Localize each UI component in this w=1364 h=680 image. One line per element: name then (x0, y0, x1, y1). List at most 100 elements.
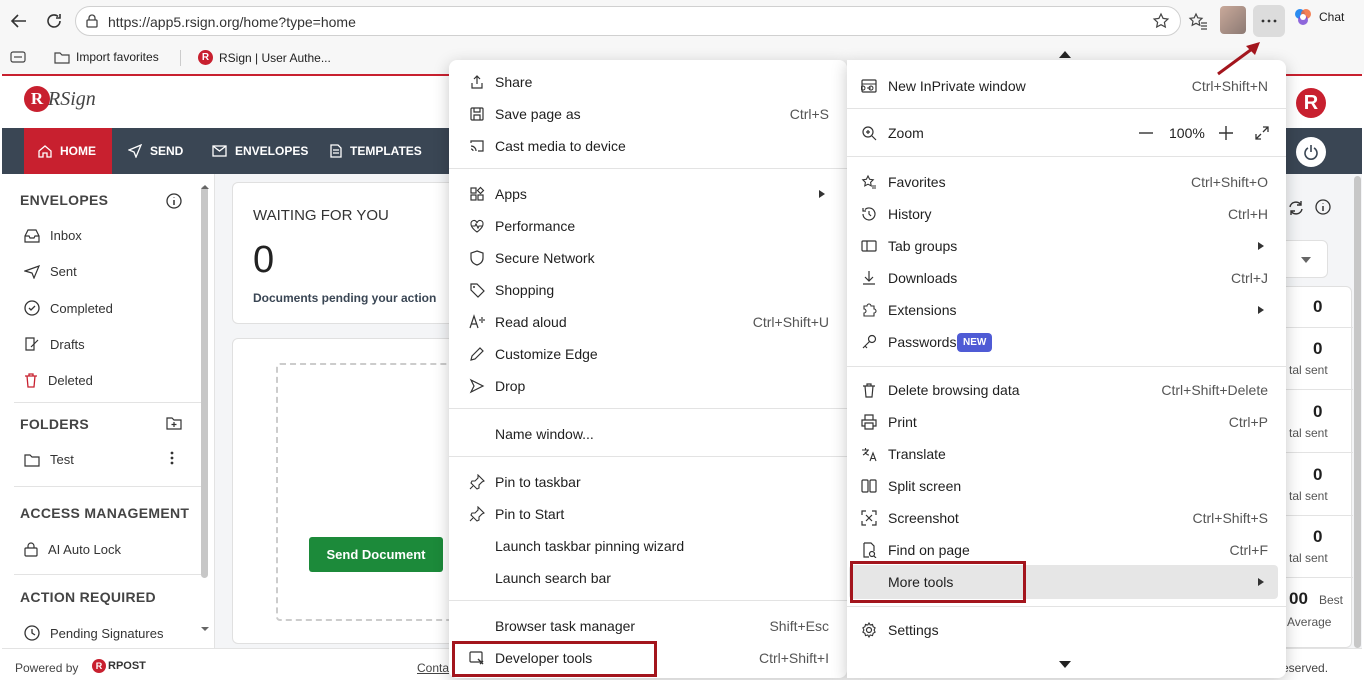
menu-separator (449, 168, 847, 169)
pen-icon (470, 347, 484, 361)
sidebar-item-pending-signatures[interactable]: Pending Signatures (24, 625, 163, 641)
menu-item-customize-edge[interactable]: Customize Edge (449, 339, 847, 369)
zoom-value: 100% (1169, 125, 1205, 141)
chevron-down-icon (1301, 257, 1311, 263)
nav-envelopes[interactable]: ENVELOPES (198, 128, 322, 174)
share-icon (471, 75, 483, 89)
sidebar-item-drafts[interactable]: Drafts (24, 336, 85, 352)
menu-item-secure-network[interactable]: Secure Network (449, 243, 847, 273)
bookmark-import-favorites[interactable]: Import favorites (54, 50, 159, 64)
menu-item-passwords[interactable]: Passwords NEW (847, 327, 1286, 357)
scroll-up-icon[interactable] (1059, 50, 1071, 58)
menu-item-apps[interactable]: Apps (449, 179, 847, 209)
menu-item-drop[interactable]: Drop (449, 371, 847, 401)
scroll-up-icon[interactable] (200, 184, 210, 190)
folders-header: FOLDERS (20, 416, 89, 432)
menu-item-share[interactable]: Share (449, 67, 847, 97)
copilot-chat-button[interactable]: Chat (1293, 7, 1344, 27)
send-document-button[interactable]: Send Document (309, 537, 443, 572)
menu-item-favorites[interactable]: Favorites Ctrl+Shift+O (847, 167, 1286, 197)
reading-view-icon[interactable] (10, 50, 26, 64)
menu-item-launch-search-bar[interactable]: Launch search bar (449, 563, 847, 593)
star-icon[interactable] (1152, 12, 1170, 30)
print-icon (861, 414, 877, 430)
zoom-out-icon[interactable] (1139, 132, 1153, 134)
drop-zone[interactable] (276, 363, 476, 621)
scroll-down-icon[interactable] (1059, 661, 1071, 669)
zoom-in-icon[interactable] (1219, 126, 1233, 140)
menu-item-print[interactable]: Print Ctrl+P (847, 407, 1286, 437)
power-button[interactable] (1296, 137, 1326, 167)
menu-item-shopping[interactable]: Shopping (449, 275, 847, 305)
nav-home[interactable]: HOME (24, 128, 112, 174)
sidebar: ENVELOPES Inbox Sent Completed Drafts De… (2, 174, 215, 648)
clock-icon (24, 625, 40, 641)
rpost-mark-icon: R (92, 659, 106, 673)
menu-item-cast[interactable]: Cast media to device (449, 131, 847, 161)
back-icon[interactable] (8, 10, 30, 32)
fullscreen-icon[interactable] (1255, 126, 1269, 140)
menu-item-name-window[interactable]: Name window... (449, 419, 847, 449)
menu-item-split-screen[interactable]: Split screen (847, 471, 1286, 501)
favorites-icon (861, 174, 876, 189)
refresh-icon[interactable] (43, 10, 65, 32)
sidebar-item-deleted[interactable]: Deleted (24, 372, 93, 388)
pin-icon (469, 506, 485, 522)
contact-link[interactable]: Conta (417, 661, 449, 675)
extensions-icon (863, 303, 877, 317)
more-tools-highlight (850, 561, 1026, 603)
menu-item-settings[interactable]: Settings (847, 615, 1286, 645)
menu-item-tab-groups[interactable]: Tab groups (847, 231, 1286, 261)
sidebar-item-sent[interactable]: Sent (24, 264, 77, 279)
menu-item-performance[interactable]: Performance (449, 211, 847, 241)
menu-item-translate[interactable]: Translate (847, 439, 1286, 469)
sidebar-item-ai-auto-lock[interactable]: AI Auto Lock (24, 541, 121, 557)
more-tools-submenu: Share Save page as Ctrl+S Cast media to … (449, 60, 847, 678)
menu-item-read-aloud[interactable]: Read aloud Ctrl+Shift+U (449, 307, 847, 337)
menu-item-pin-to-taskbar[interactable]: Pin to taskbar (449, 467, 847, 497)
stat-label: tal sent (1289, 489, 1328, 503)
stats-info-icon[interactable] (1315, 199, 1331, 215)
folder-options-icon[interactable] (170, 450, 174, 466)
stat-value: 0 (1313, 297, 1323, 316)
bookmark-divider (180, 50, 181, 66)
nav-templates[interactable]: TEMPLATES (316, 128, 436, 174)
rpost-footer-logo: R RPOST (92, 659, 146, 673)
menu-item-downloads[interactable]: Downloads Ctrl+J (847, 263, 1286, 293)
menu-separator (847, 156, 1286, 157)
add-folder-icon[interactable] (166, 416, 182, 430)
menu-item-screenshot[interactable]: Screenshot Ctrl+Shift+S (847, 503, 1286, 533)
address-bar[interactable]: https://app5.rsign.org/home?type=home (75, 6, 1181, 36)
rsign-logo[interactable]: R RSign (24, 86, 96, 112)
info-icon[interactable] (166, 193, 182, 209)
stat-value: 0 (1313, 527, 1323, 546)
refresh-stats-icon[interactable] (1287, 199, 1305, 217)
waiting-card: WAITING FOR YOU 0 Documents pending your… (232, 182, 472, 324)
favorites-bar-icon[interactable] (1188, 11, 1208, 31)
logo-mark-icon: R (24, 86, 50, 112)
sidebar-item-inbox[interactable]: Inbox (24, 228, 82, 243)
scroll-down-icon[interactable] (200, 626, 210, 632)
menu-item-extensions[interactable]: Extensions (847, 295, 1286, 325)
pin-icon (469, 474, 485, 490)
sidebar-item-folder-test[interactable]: Test (24, 452, 74, 467)
menu-item-browser-task-manager[interactable]: Browser task manager Shift+Esc (449, 611, 847, 641)
new-badge: NEW (957, 333, 993, 352)
site-info-icon[interactable] (84, 13, 100, 29)
stat-value: 0 (1313, 339, 1323, 358)
menu-item-save-page-as[interactable]: Save page as Ctrl+S (449, 99, 847, 129)
nav-send[interactable]: SEND (114, 128, 197, 174)
menu-item-taskbar-wizard[interactable]: Launch taskbar pinning wizard (449, 531, 847, 561)
menu-item-history[interactable]: History Ctrl+H (847, 199, 1286, 229)
sidebar-item-completed[interactable]: Completed (24, 300, 113, 316)
settings-and-more-button[interactable] (1253, 5, 1285, 37)
submenu-arrow-icon (1258, 306, 1264, 314)
menu-item-delete-browsing-data[interactable]: Delete browsing data Ctrl+Shift+Delete (847, 375, 1286, 405)
sidebar-scrollbar[interactable] (201, 186, 208, 578)
menu-item-pin-to-start[interactable]: Pin to Start (449, 499, 847, 529)
page-scrollbar[interactable] (1354, 176, 1361, 648)
bookmark-rsign[interactable]: R RSign | User Authe... (198, 50, 331, 65)
key-icon (862, 334, 877, 349)
powered-by-text: Powered by (15, 661, 79, 675)
profile-avatar[interactable] (1220, 6, 1246, 34)
